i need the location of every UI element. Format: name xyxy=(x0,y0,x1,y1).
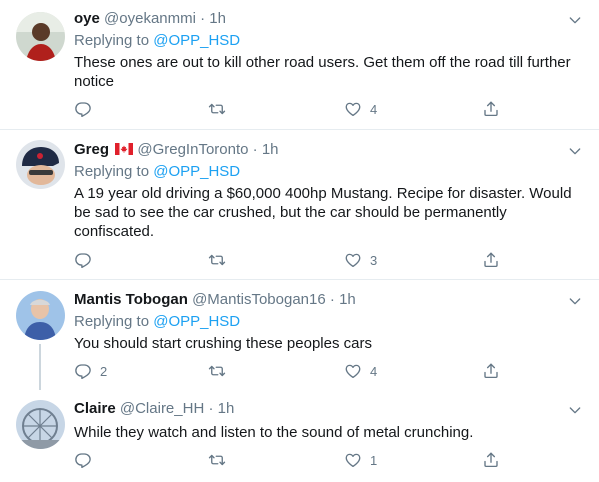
tweet-text: While they watch and listen to the sound… xyxy=(74,424,474,441)
chevron-down-icon[interactable] xyxy=(567,293,583,309)
tweet-header: oye @oyekanmmi · 1h xyxy=(74,10,226,27)
retweet-icon xyxy=(208,100,226,118)
share-icon xyxy=(482,451,500,469)
user-handle[interactable]: @oyekanmmi xyxy=(104,10,196,27)
user-handle[interactable]: @MantisTobogan16 xyxy=(192,291,326,308)
chevron-down-icon[interactable] xyxy=(567,143,583,159)
tweet[interactable]: oye @oyekanmmi · 1h Replying to @OPP_HSD… xyxy=(0,0,599,129)
like-count: 3 xyxy=(370,252,378,268)
avatar[interactable] xyxy=(16,12,65,61)
replying-to-link[interactable]: @OPP_HSD xyxy=(153,313,240,330)
action-bar: 2 4 xyxy=(74,361,504,381)
replying-to: Replying to @OPP_HSD xyxy=(74,313,240,330)
share-button[interactable] xyxy=(482,450,500,470)
separator: · xyxy=(208,400,214,417)
like-button[interactable]: 4 xyxy=(344,99,377,119)
share-icon xyxy=(482,362,500,380)
timestamp[interactable]: 1h xyxy=(209,10,226,27)
tweet[interactable]: Mantis Tobogan @MantisTobogan16 · 1h Rep… xyxy=(0,280,599,390)
canada-flag-icon xyxy=(115,143,134,155)
replying-label: Replying to xyxy=(74,313,150,330)
tweet-text: A 19 year old driving a $60,000 400hp Mu… xyxy=(74,185,572,240)
retweet-button[interactable] xyxy=(208,250,234,270)
tweet-header: Greg @GregInToronto · 1h xyxy=(74,141,279,158)
tweet-header: Mantis Tobogan @MantisTobogan16 · 1h xyxy=(74,291,356,308)
avatar[interactable] xyxy=(16,400,65,449)
tweet-text: You should start crushing these peoples … xyxy=(74,335,372,352)
separator: · xyxy=(252,141,258,158)
like-count: 4 xyxy=(370,363,378,379)
timestamp[interactable]: 1h xyxy=(218,400,235,417)
share-icon xyxy=(482,100,500,118)
reply-button[interactable] xyxy=(74,250,100,270)
tweet-text: These ones are out to kill other road us… xyxy=(74,54,571,90)
avatar[interactable] xyxy=(16,291,65,340)
heart-icon xyxy=(344,100,362,118)
replying-to: Replying to @OPP_HSD xyxy=(74,163,240,180)
reply-icon xyxy=(74,100,92,118)
action-bar: 1 xyxy=(74,450,504,470)
display-name[interactable]: Claire xyxy=(74,400,116,417)
reply-count: 2 xyxy=(100,363,108,379)
retweet-button[interactable] xyxy=(208,450,234,470)
like-count: 4 xyxy=(370,101,378,117)
display-name[interactable]: oye xyxy=(74,10,100,27)
heart-icon xyxy=(344,251,362,269)
tweet[interactable]: Claire @Claire_HH · 1h While they watch … xyxy=(0,390,599,482)
reply-button[interactable] xyxy=(74,450,100,470)
tweet-header: Claire @Claire_HH · 1h xyxy=(74,400,234,417)
separator: · xyxy=(329,291,335,308)
retweet-icon xyxy=(208,251,226,269)
display-name[interactable]: Greg xyxy=(74,141,109,158)
timestamp[interactable]: 1h xyxy=(339,291,356,308)
like-button[interactable]: 1 xyxy=(344,450,377,470)
action-bar: 3 xyxy=(74,250,504,270)
retweet-icon xyxy=(208,451,226,469)
user-handle[interactable]: @GregInToronto xyxy=(137,141,248,158)
timestamp[interactable]: 1h xyxy=(262,141,279,158)
like-button[interactable]: 3 xyxy=(344,250,377,270)
chevron-down-icon[interactable] xyxy=(567,402,583,418)
reply-icon xyxy=(74,251,92,269)
like-count: 1 xyxy=(370,452,378,468)
share-icon xyxy=(482,251,500,269)
reply-icon xyxy=(74,362,92,380)
reply-button[interactable]: 2 xyxy=(74,361,107,381)
tweet[interactable]: Greg @GregInToronto · 1h Replying to @OP… xyxy=(0,130,599,279)
chevron-down-icon[interactable] xyxy=(567,12,583,28)
heart-icon xyxy=(344,451,362,469)
user-handle[interactable]: @Claire_HH xyxy=(120,400,204,417)
thread-line xyxy=(39,344,41,390)
replying-to-link[interactable]: @OPP_HSD xyxy=(153,163,240,180)
like-button[interactable]: 4 xyxy=(344,361,377,381)
retweet-icon xyxy=(208,362,226,380)
share-button[interactable] xyxy=(482,250,500,270)
reply-icon xyxy=(74,451,92,469)
action-bar: 4 xyxy=(74,99,504,119)
share-button[interactable] xyxy=(482,99,500,119)
avatar[interactable] xyxy=(16,140,65,189)
replying-to: Replying to @OPP_HSD xyxy=(74,32,240,49)
heart-icon xyxy=(344,362,362,380)
retweet-button[interactable] xyxy=(208,99,234,119)
display-name[interactable]: Mantis Tobogan xyxy=(74,291,188,308)
replying-label: Replying to xyxy=(74,163,150,180)
replying-to-link[interactable]: @OPP_HSD xyxy=(153,32,240,49)
separator: · xyxy=(200,10,206,27)
retweet-button[interactable] xyxy=(208,361,234,381)
replying-label: Replying to xyxy=(74,32,150,49)
share-button[interactable] xyxy=(482,361,500,381)
reply-button[interactable] xyxy=(74,99,100,119)
